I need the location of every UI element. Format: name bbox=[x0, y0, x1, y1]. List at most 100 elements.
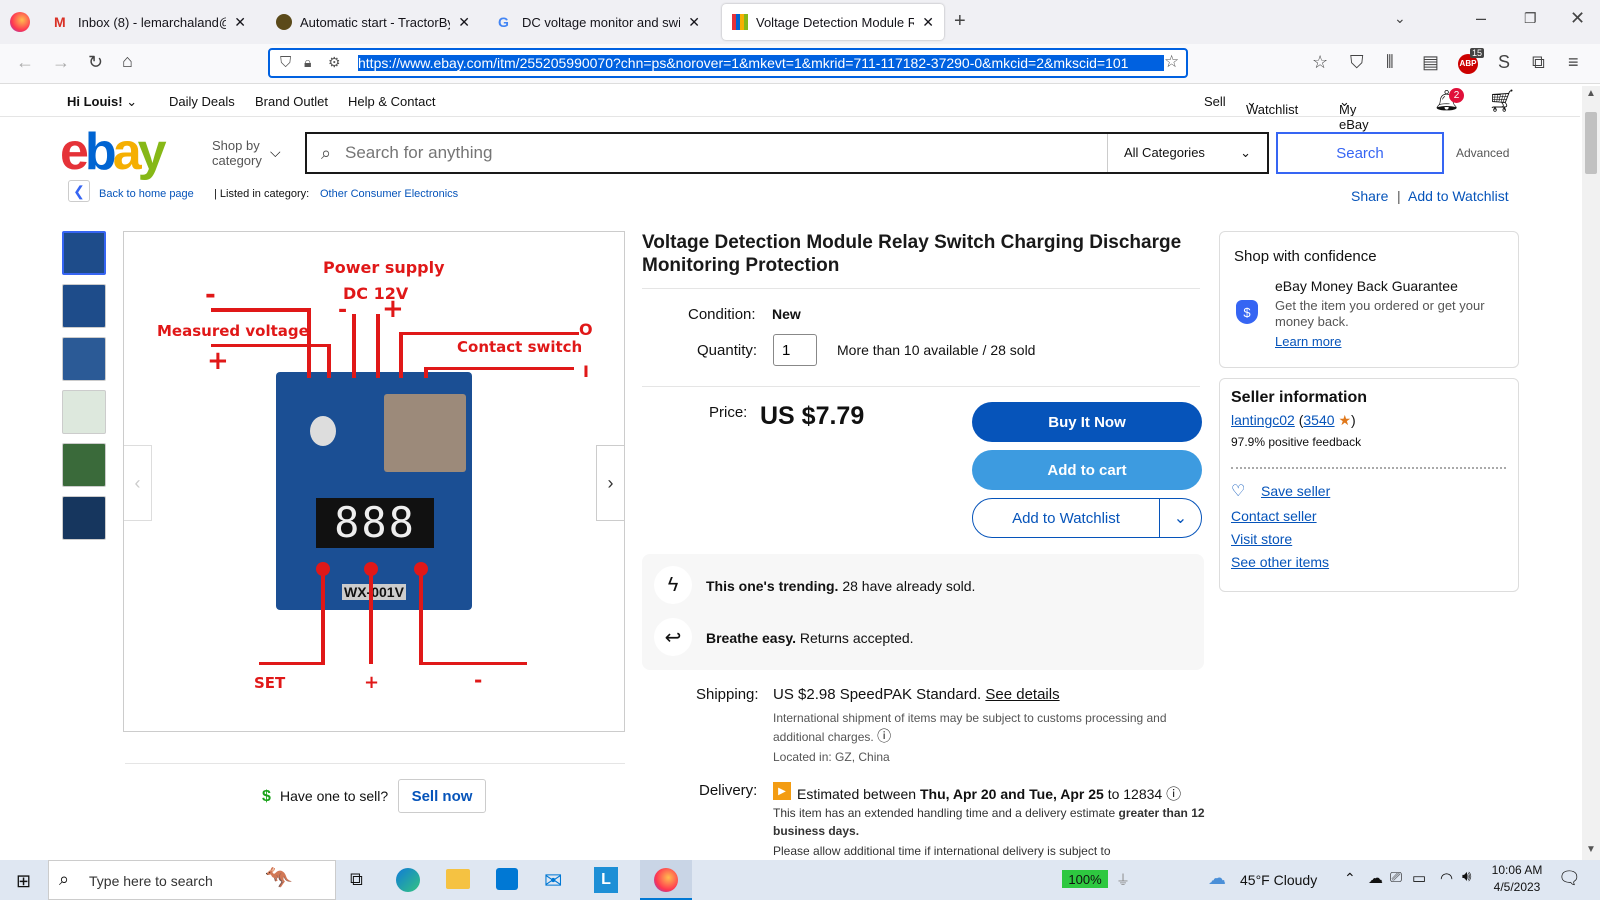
chevron-down-icon[interactable]: ⌄ bbox=[1160, 499, 1201, 537]
library-icon[interactable]: ⫴ bbox=[1386, 52, 1394, 73]
back-chevron-icon[interactable]: ❮ bbox=[68, 180, 90, 202]
sidebar-icon[interactable]: ▤ bbox=[1422, 52, 1439, 73]
lock-icon[interactable]: 🔒︎ bbox=[304, 54, 311, 71]
daily-deals-link[interactable]: Daily Deals bbox=[169, 94, 235, 109]
tab-gmail[interactable]: M Inbox (8) - lemarchaland@gma ✕ bbox=[44, 4, 256, 40]
brand-outlet-link[interactable]: Brand Outlet bbox=[255, 94, 328, 109]
windows-start-icon[interactable]: ⊞ bbox=[16, 871, 31, 892]
tab-tractorbynet[interactable]: Automatic start - TractorByNet ✕ bbox=[266, 4, 480, 40]
close-icon[interactable]: ✕ bbox=[234, 14, 246, 31]
thumbnail[interactable] bbox=[62, 284, 106, 328]
mail-icon[interactable]: ✉ bbox=[544, 868, 562, 894]
thumbnail[interactable] bbox=[62, 390, 106, 434]
wifi-icon[interactable]: ◠ bbox=[1440, 869, 1453, 887]
cloud-icon[interactable]: ☁ bbox=[1208, 868, 1226, 889]
address-bar[interactable]: ⛉ 🔒︎ ⚙ https://www.ebay.com/itm/25520599… bbox=[268, 48, 1188, 78]
visit-store-link[interactable]: Visit store bbox=[1231, 531, 1292, 547]
taskbar-search-box[interactable]: ⌕ Type here to search 🦘 bbox=[48, 860, 336, 900]
back-home-link[interactable]: Back to home page bbox=[99, 188, 194, 200]
shield-icon[interactable]: ⛉ bbox=[280, 54, 291, 71]
next-image-icon[interactable]: › bbox=[596, 445, 624, 521]
bookmark-star-icon[interactable]: ☆ bbox=[1164, 52, 1179, 72]
category-link[interactable]: Other Consumer Electronics bbox=[320, 188, 458, 200]
learn-more-link[interactable]: Learn more bbox=[1275, 334, 1341, 349]
advanced-search-link[interactable]: Advanced bbox=[1456, 146, 1509, 160]
seller-name-link[interactable]: lantingc02 bbox=[1231, 412, 1295, 428]
back-arrow-icon[interactable]: ← bbox=[16, 52, 34, 73]
chevron-up-icon[interactable]: ⌃ bbox=[1344, 870, 1356, 887]
minimize-icon[interactable]: – bbox=[1476, 8, 1486, 29]
clock[interactable]: 10:06 AM 4/5/2023 bbox=[1490, 863, 1544, 894]
notifications-icon[interactable]: 🗨︎ bbox=[1558, 868, 1581, 889]
window-close-icon[interactable]: ✕ bbox=[1570, 8, 1585, 29]
new-tab-icon[interactable]: + bbox=[954, 10, 966, 33]
help-contact-link[interactable]: Help & Contact bbox=[348, 94, 435, 109]
chevron-down-icon[interactable]: ⌵ bbox=[270, 144, 281, 161]
file-explorer-icon[interactable] bbox=[446, 869, 470, 889]
list-tabs-icon[interactable]: ⌄ bbox=[1394, 10, 1406, 27]
volume-icon[interactable]: 🔊︎ bbox=[1462, 868, 1471, 885]
seller-score-link[interactable]: 3540 bbox=[1303, 412, 1334, 428]
sell-link[interactable]: Sell bbox=[1204, 94, 1226, 109]
add-to-watchlist-button[interactable]: Add to Watchlist bbox=[973, 499, 1159, 537]
add-to-cart-button[interactable]: Add to cart bbox=[972, 450, 1202, 490]
info-icon[interactable]: ⓘ bbox=[877, 728, 891, 744]
pocket-icon[interactable]: ⛉ bbox=[1350, 52, 1364, 73]
task-view-icon[interactable]: ⧉ bbox=[350, 869, 363, 890]
extensions-icon[interactable]: ⧉ bbox=[1532, 52, 1545, 73]
buy-it-now-button[interactable]: Buy It Now bbox=[972, 402, 1202, 442]
close-icon[interactable]: ✕ bbox=[458, 14, 470, 31]
url-text[interactable]: https://www.ebay.com/itm/255205990070?ch… bbox=[358, 55, 1164, 71]
tab-google[interactable]: G DC voltage monitor and switch ✕ bbox=[488, 4, 710, 40]
pocket-save-icon[interactable]: ☆ bbox=[1312, 52, 1328, 73]
sell-now-button[interactable]: Sell now bbox=[398, 779, 486, 813]
firefox-menu-icon[interactable] bbox=[10, 12, 30, 32]
thumbnail[interactable] bbox=[62, 231, 106, 275]
tab-ebay[interactable]: Voltage Detection Module Relay ✕ bbox=[722, 4, 944, 40]
scroll-up-icon[interactable]: ▲ bbox=[1586, 88, 1596, 99]
prev-image-icon[interactable]: ‹ bbox=[124, 445, 152, 521]
cart-icon[interactable]: 🛒︎ bbox=[1488, 88, 1516, 114]
thumbnail[interactable] bbox=[62, 337, 106, 381]
forward-arrow-icon[interactable]: → bbox=[52, 52, 70, 73]
onedrive-icon[interactable]: ☁ bbox=[1368, 869, 1383, 887]
extension-s-icon[interactable]: S bbox=[1498, 52, 1510, 73]
see-details-link[interactable]: See details bbox=[985, 686, 1059, 703]
edge-icon[interactable] bbox=[396, 868, 420, 892]
search-button[interactable]: Search bbox=[1276, 132, 1444, 174]
contact-seller-link[interactable]: Contact seller bbox=[1231, 508, 1317, 524]
firefox-taskbar-item[interactable] bbox=[640, 860, 692, 900]
thumbnail[interactable] bbox=[62, 443, 106, 487]
battery-icon[interactable]: ▭ bbox=[1412, 869, 1426, 887]
scroll-down-icon[interactable]: ▼ bbox=[1586, 844, 1596, 855]
close-icon[interactable]: ✕ bbox=[922, 14, 934, 31]
battery-indicator[interactable]: 100% bbox=[1062, 870, 1108, 888]
search-input[interactable] bbox=[345, 140, 1075, 166]
heart-icon[interactable]: ♡ bbox=[1231, 481, 1245, 501]
permissions-icon[interactable]: ⚙ bbox=[328, 54, 341, 71]
scroll-thumb[interactable] bbox=[1585, 112, 1597, 174]
greeting[interactable]: Hi Louis! ⌄ bbox=[67, 94, 137, 110]
save-seller-link[interactable]: Save seller bbox=[1261, 483, 1330, 499]
category-select[interactable]: All Categories ⌄ bbox=[1107, 134, 1267, 172]
store-icon[interactable] bbox=[496, 868, 518, 890]
ebay-logo[interactable]: ebay bbox=[60, 124, 167, 180]
close-icon[interactable]: ✕ bbox=[688, 14, 700, 31]
menu-icon[interactable]: ≡ bbox=[1568, 52, 1579, 73]
share-link[interactable]: Share bbox=[1351, 188, 1388, 204]
add-watchlist-link[interactable]: Add to Watchlist bbox=[1408, 188, 1509, 204]
reload-icon[interactable]: ↻ bbox=[88, 52, 103, 73]
thumbnail[interactable] bbox=[62, 496, 106, 540]
monitor-icon[interactable]: ⎚ bbox=[1390, 869, 1402, 886]
shop-by-category[interactable]: Shop by category bbox=[212, 138, 262, 168]
quantity-input[interactable] bbox=[773, 334, 817, 366]
info-icon[interactable]: ⓘ bbox=[1166, 786, 1181, 803]
see-other-items-link[interactable]: See other items bbox=[1231, 554, 1329, 570]
scrollbar[interactable]: ▲ ▼ bbox=[1582, 86, 1600, 860]
watchlist-menu[interactable]: Watchlist ⌄ bbox=[1246, 94, 1298, 117]
weather-text[interactable]: 45°F Cloudy bbox=[1240, 872, 1317, 888]
my-ebay-menu[interactable]: My eBay ⌄ bbox=[1339, 94, 1369, 132]
app-l-icon[interactable]: L bbox=[594, 867, 618, 893]
home-icon[interactable]: ⌂ bbox=[122, 51, 133, 72]
restore-icon[interactable]: ❐ bbox=[1524, 10, 1537, 27]
